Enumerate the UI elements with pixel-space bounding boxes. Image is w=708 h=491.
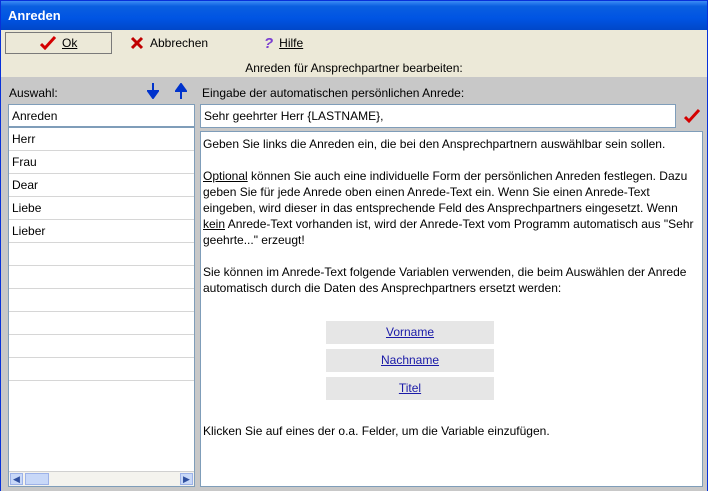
- optional-text: Optional: [203, 169, 248, 183]
- info-paragraph: Optional können Sie auch eine individuel…: [203, 168, 700, 248]
- scroll-left-button[interactable]: ◀: [10, 473, 23, 485]
- toolbar: Ok Abbrechen ? Hilfe: [1, 30, 707, 58]
- info-text: können Sie auch eine individuelle Form d…: [203, 169, 688, 215]
- question-icon: ?: [264, 34, 274, 52]
- help-label: Hilfe: [279, 36, 304, 50]
- list-item[interactable]: Liebe: [9, 197, 194, 220]
- info-paragraph: Klicken Sie auf eines der o.a. Felder, u…: [203, 424, 550, 438]
- variable-titel-button[interactable]: Titel: [326, 377, 494, 400]
- help-button[interactable]: ? Hilfe: [264, 32, 324, 54]
- cancel-label: Abbrechen: [150, 36, 209, 50]
- checkmark-icon: [40, 36, 56, 50]
- info-paragraph: Geben Sie links die Anreden ein, die bei…: [203, 137, 666, 151]
- title-bar[interactable]: Anreden: [1, 1, 707, 30]
- arrow-down-icon[interactable]: [147, 83, 159, 99]
- horizontal-scrollbar[interactable]: ◀ ▶: [9, 471, 194, 486]
- list-item[interactable]: [9, 266, 194, 289]
- cancel-button[interactable]: Abbrechen: [130, 32, 230, 54]
- kein-text: kein: [203, 217, 226, 231]
- salutation-text-input[interactable]: Sehr geehrter Herr {LASTNAME},: [200, 104, 676, 128]
- list-item[interactable]: Anreden: [9, 105, 194, 128]
- list-item[interactable]: [9, 289, 194, 312]
- cross-icon: [130, 36, 144, 50]
- ok-button[interactable]: Ok: [5, 32, 112, 54]
- scroll-thumb[interactable]: [25, 473, 49, 485]
- list-item[interactable]: Frau: [9, 151, 194, 174]
- window-title: Anreden: [8, 8, 61, 23]
- checkmark-icon[interactable]: [684, 108, 700, 124]
- list-item[interactable]: Lieber: [9, 220, 194, 243]
- arrow-up-icon[interactable]: [175, 83, 187, 99]
- info-text: Anrede-Text vorhanden ist, wird der Anre…: [203, 217, 694, 247]
- salutation-input-label: Eingabe der automatischen persönlichen A…: [202, 86, 465, 100]
- scroll-right-button[interactable]: ▶: [180, 473, 193, 485]
- variable-nachname-button[interactable]: Nachname: [326, 349, 494, 372]
- selection-label: Auswahl:: [9, 86, 58, 100]
- list-item[interactable]: [9, 243, 194, 266]
- list-item[interactable]: [9, 312, 194, 335]
- salutation-list[interactable]: Anreden Herr Frau Dear Liebe Lieber ◀ ▶: [8, 104, 195, 487]
- list-item[interactable]: [9, 358, 194, 381]
- list-item[interactable]: [9, 335, 194, 358]
- list-item[interactable]: Herr: [9, 128, 194, 151]
- info-paragraph: Sie können im Anrede-Text folgende Varia…: [203, 265, 687, 295]
- page-heading: Anreden für Ansprechpartner bearbeiten:: [1, 59, 707, 77]
- variable-vorname-button[interactable]: Vorname: [326, 321, 494, 344]
- window: Anreden Ok Abbrechen ? Hilfe Anreden für…: [0, 0, 708, 491]
- list-item[interactable]: Dear: [9, 174, 194, 197]
- ok-label: Ok: [62, 36, 78, 50]
- info-panel: Geben Sie links die Anreden ein, die bei…: [200, 131, 703, 487]
